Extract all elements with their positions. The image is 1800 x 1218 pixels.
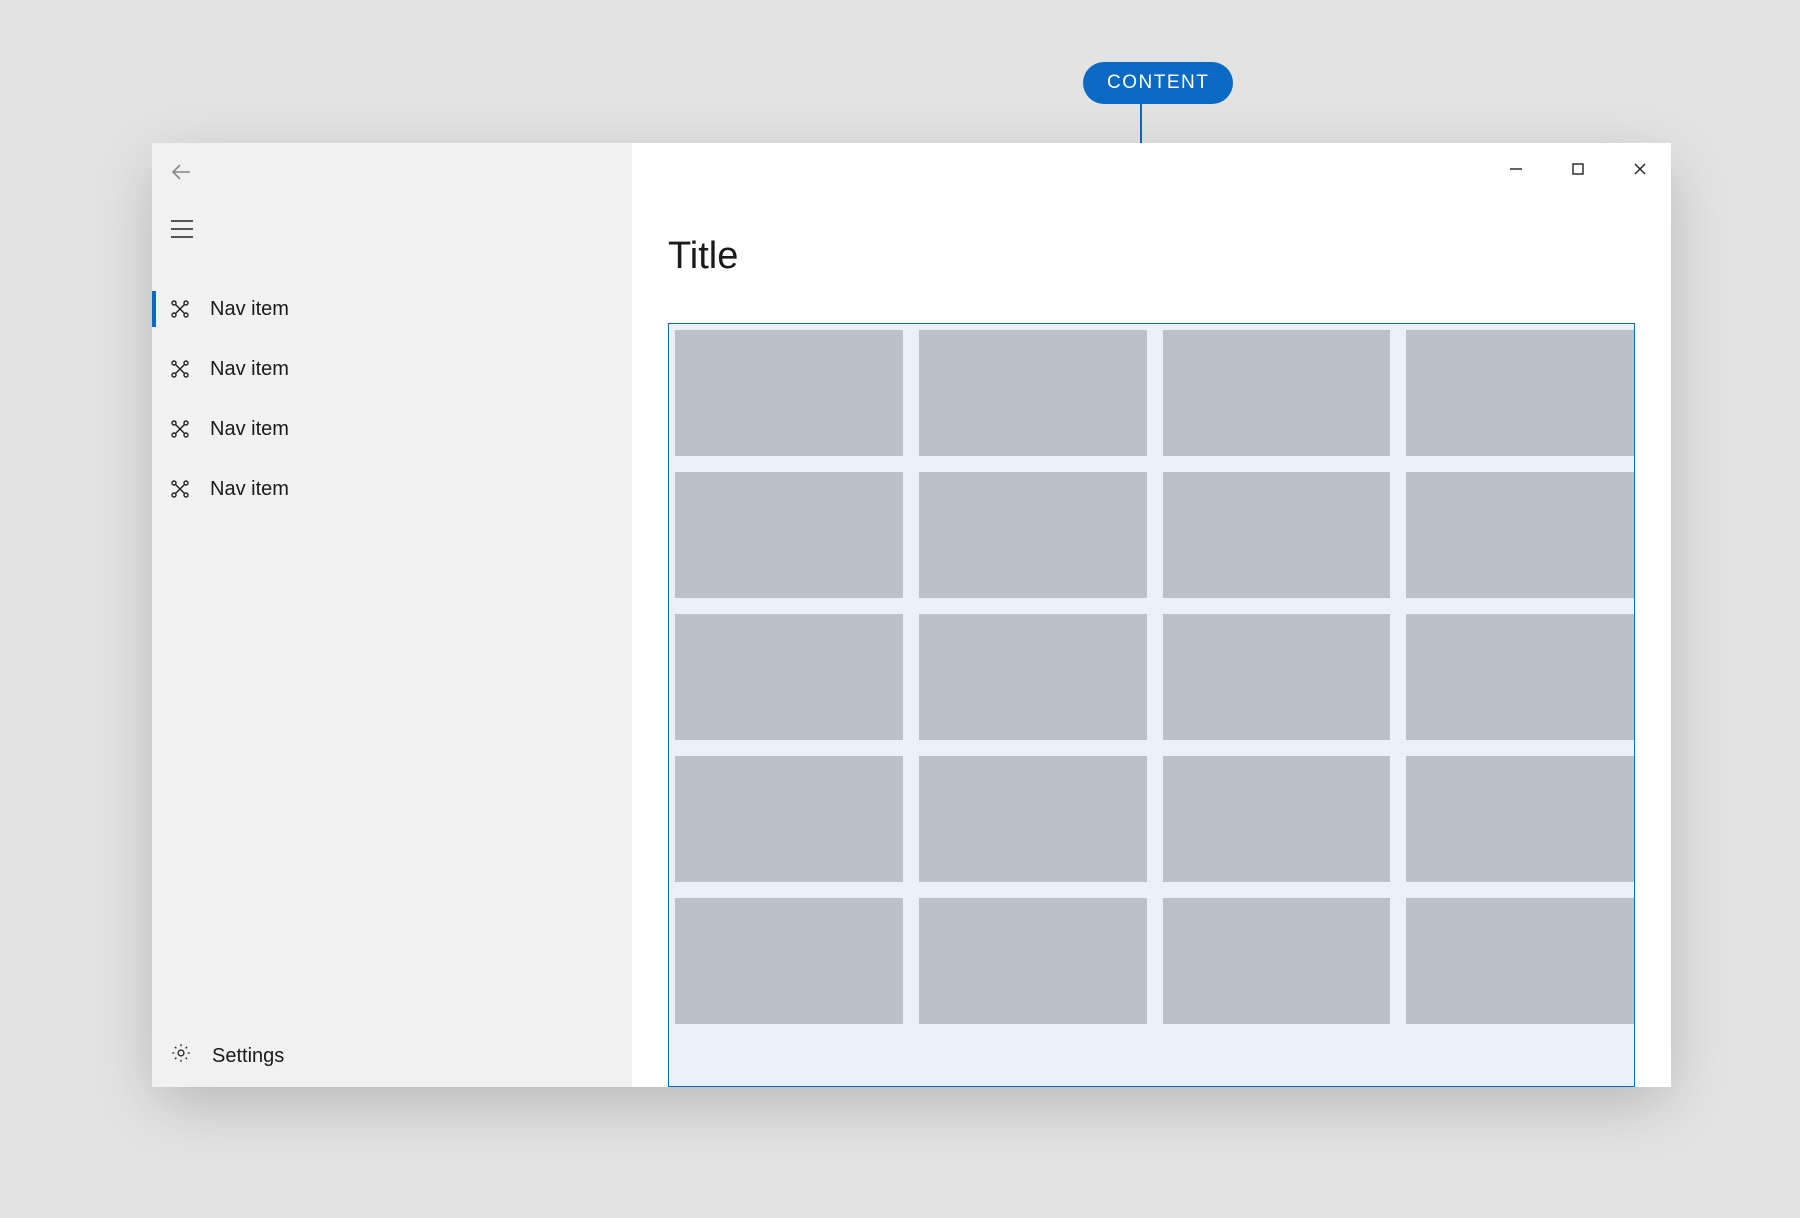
- settings-label: Settings: [212, 1045, 284, 1068]
- hamburger-icon: [170, 219, 194, 239]
- hamburger-menu-button[interactable]: [152, 201, 632, 257]
- content-tile[interactable]: [1406, 330, 1634, 456]
- nav-placeholder-icon: [170, 299, 190, 319]
- content-tile[interactable]: [1163, 614, 1391, 740]
- settings-nav-item[interactable]: Settings: [152, 1025, 632, 1087]
- content-tile[interactable]: [1406, 614, 1634, 740]
- nav-placeholder-icon: [170, 359, 190, 379]
- minimize-icon: [1508, 161, 1524, 177]
- annotation-content-label: CONTENT: [1107, 72, 1209, 93]
- content-tile[interactable]: [1163, 472, 1391, 598]
- content-tile[interactable]: [675, 898, 903, 1024]
- window-controls: [1485, 143, 1671, 195]
- content-tile[interactable]: [1406, 898, 1634, 1024]
- nav-list: Nav item Nav item: [152, 279, 632, 519]
- nav-placeholder-icon: [170, 419, 190, 439]
- app-window: Nav item Nav item: [152, 143, 1671, 1087]
- content-pane: Title: [632, 143, 1671, 1087]
- content-tile[interactable]: [919, 472, 1147, 598]
- content-tile[interactable]: [1163, 756, 1391, 882]
- content-tile[interactable]: [1163, 898, 1391, 1024]
- content-tile[interactable]: [1406, 756, 1634, 882]
- navigation-sidebar: Nav item Nav item: [152, 143, 632, 1087]
- nav-item-label: Nav item: [210, 358, 289, 381]
- page-title: Title: [668, 235, 738, 278]
- close-icon: [1632, 161, 1648, 177]
- nav-item-label: Nav item: [210, 298, 289, 321]
- window-maximize-button[interactable]: [1547, 143, 1609, 195]
- annotation-content-badge: CONTENT: [1083, 62, 1233, 104]
- nav-item-3[interactable]: Nav item: [152, 459, 632, 519]
- content-tile[interactable]: [1406, 472, 1634, 598]
- content-tile[interactable]: [675, 330, 903, 456]
- nav-placeholder-icon: [170, 479, 190, 499]
- nav-item-1[interactable]: Nav item: [152, 339, 632, 399]
- nav-item-label: Nav item: [210, 418, 289, 441]
- content-grid: [668, 323, 1635, 1087]
- maximize-icon: [1571, 162, 1585, 176]
- nav-item-2[interactable]: Nav item: [152, 399, 632, 459]
- content-tile[interactable]: [919, 756, 1147, 882]
- nav-item-0[interactable]: Nav item: [152, 279, 632, 339]
- content-tile[interactable]: [919, 898, 1147, 1024]
- nav-item-label: Nav item: [210, 478, 289, 501]
- window-close-button[interactable]: [1609, 143, 1671, 195]
- content-tile[interactable]: [919, 330, 1147, 456]
- content-tile[interactable]: [1163, 330, 1391, 456]
- back-arrow-icon[interactable]: [170, 160, 194, 184]
- window-minimize-button[interactable]: [1485, 143, 1547, 195]
- content-tile[interactable]: [675, 756, 903, 882]
- content-tile[interactable]: [675, 614, 903, 740]
- content-tile[interactable]: [919, 614, 1147, 740]
- content-tile[interactable]: [675, 472, 903, 598]
- gear-icon: [170, 1042, 192, 1070]
